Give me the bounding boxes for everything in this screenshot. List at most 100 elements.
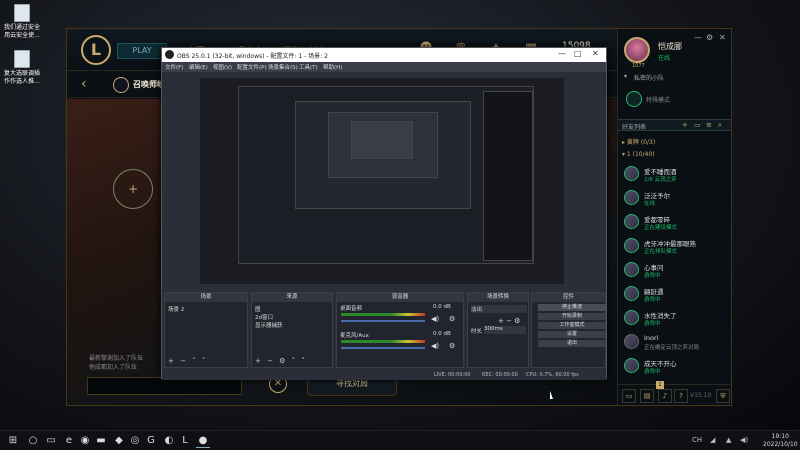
friend-item[interactable]: 翩跹遇 游戏中 [622,285,730,305]
obs-window: OBS 25.0.1 (32-bit, windows) - 配置文件: 1 -… [161,47,607,380]
friend-item[interactable]: Inori 正在确定云顶之弈对局 [622,333,730,353]
friend-item[interactable]: 心事问 游戏中 [622,261,730,281]
exit-button[interactable]: 退出 [538,340,606,347]
start-recording-button[interactable]: 开始录制 [538,313,606,320]
desktop-icon[interactable]: 复大选联调插 作作选人推... [2,50,42,86]
search-icon[interactable]: ⌕ [718,121,722,130]
friend-group[interactable]: ▸ 黄牌 (0/3) [622,137,655,146]
app-icon[interactable]: ◆ [112,434,126,448]
duration-input[interactable]: 300ms [484,326,526,334]
recursive-social-panel [483,91,533,261]
recursive-capture [295,101,471,209]
friend-item[interactable]: 水性消失了 游戏中 [622,309,730,329]
file-icon [14,4,30,22]
scene-controls[interactable]: + − ˄ ˅ [168,357,207,365]
source-item[interactable]: 显示器捕获 [255,321,283,329]
transition-select[interactable]: 淡出 [471,305,527,313]
menu-edit[interactable]: 编辑(E) [189,63,208,71]
recursive-capture [328,112,438,178]
close-icon[interactable]: ✕ [719,33,726,42]
mixer-header: 混音器 [337,293,463,302]
obs-docks: 场景 场景 2 + − ˄ ˅ 来源 图 2d窗口 显示器捕获 + − ⚙ ˄ … [162,292,606,370]
scene-item[interactable]: 场景 2 [168,305,184,313]
friend-item[interactable]: 泛泛予尔 在线 [622,189,730,209]
volume-slider[interactable] [341,347,425,349]
friend-item[interactable]: 成天不开心 游戏中 [622,357,730,377]
menu-file[interactable]: 文件(F) [165,63,183,71]
clock-time: 19:10 [771,433,789,440]
menu-scene-collection[interactable]: 场景集合(S) [268,63,298,71]
network-icon[interactable]: ◢ [710,436,715,444]
desktop-icon[interactable]: 我们通过安全 用云安全使... [2,4,42,40]
minimize-icon[interactable]: — [558,49,566,58]
stop-streaming-button[interactable]: 停止推流 [538,304,606,311]
menu-help[interactable]: 帮助(H) [323,63,342,71]
shield-icon[interactable]: ⛨ [716,389,730,403]
close-icon[interactable]: ✕ [592,49,599,58]
live-timer: LIVE: 00:00:00 [434,372,471,378]
task-view-icon[interactable]: ▭ [44,434,58,448]
obs-taskbar-icon[interactable]: ● [196,434,210,448]
menu-tools[interactable]: 工具(T) [299,63,318,71]
league-logo[interactable]: L [81,35,111,65]
clock[interactable]: 19:10 2022/10/10 [763,433,798,449]
windows-start-icon[interactable]: ⊞ [6,434,20,448]
friend-avatar [624,238,639,253]
settings-button[interactable]: 设置 [538,331,606,338]
friend-item[interactable]: 爱都零碎 正在建设模式 [622,213,730,233]
source-item[interactable]: 图 [255,305,261,313]
league-taskbar-icon[interactable]: L [178,434,192,448]
add-friend-icon[interactable]: + [682,121,688,129]
clock-date: 2022/10/10 [763,441,798,448]
steam-icon[interactable]: ◉ [78,434,92,448]
friend-group[interactable]: ▾ 1 (10/40) [622,151,655,158]
language-indicator[interactable]: CH [692,436,702,444]
back-arrow-icon[interactable]: ‹ [81,76,87,92]
minimize-icon[interactable]: — [694,33,702,42]
friend-status: 在线 [644,201,656,207]
help-icon[interactable]: ? [674,389,688,403]
friend-item[interactable]: 虎牙冲冲最那眼熟 正在排队模式 [622,237,730,257]
settings-icon[interactable]: ⚙ [706,33,713,42]
party-member-icon[interactable] [626,91,642,107]
summoner-status[interactable]: 在线 [658,53,670,62]
friend-avatar [624,310,639,325]
edge-icon[interactable]: e [62,434,76,448]
menu-view[interactable]: 视图(V) [213,63,232,71]
friend-item[interactable]: 爱不睡而酒 2/8 云顶之弈 [622,165,730,185]
friend-status: 游戏中 [644,321,661,327]
controls-dock: 控件 停止推流 开始录制 工作室模式 设置 退出 [531,292,606,368]
obs-preview[interactable] [200,78,564,284]
chrome-icon[interactable]: ◎ [128,434,142,448]
gear-icon[interactable]: ⚙ [449,342,455,350]
volume-slider[interactable] [341,320,425,322]
list-icon[interactable]: ≡ [706,121,712,129]
source-item[interactable]: 2d窗口 [255,313,273,321]
folder-icon[interactable]: ▬ [94,434,108,448]
transitions-dock: 场景转换 淡出 + − ⚙ 时长 300ms [467,292,529,368]
speaker-icon[interactable]: ◀) [740,436,748,444]
notification-badge: 1 [656,381,664,389]
add-folder-icon[interactable]: ▭ [694,121,701,129]
friend-avatar [624,166,639,181]
tray-icon[interactable]: ▲ [726,436,731,444]
invite-slot[interactable]: + [113,169,153,209]
studio-mode-button[interactable]: 工作室模式 [538,322,606,329]
speaker-icon[interactable]: ◀) [431,315,439,323]
gear-icon[interactable]: ⚙ [449,315,455,323]
search-icon[interactable]: ○ [26,434,40,448]
maximize-icon[interactable]: □ [574,49,582,58]
menu-profile[interactable]: 配置文件(P) [237,63,267,71]
chat-icon[interactable]: ▭ [622,389,636,403]
app-icon[interactable]: ◐ [162,434,176,448]
missions-icon[interactable]: ▤ [640,389,654,403]
transition-controls[interactable]: + − ⚙ [498,317,520,325]
party-row[interactable]: ▾ 私密的小队 [624,73,728,85]
obs-title-bar[interactable]: OBS 25.0.1 (32-bit, windows) - 配置文件: 1 -… [162,48,606,62]
avatar[interactable] [624,37,650,63]
source-controls[interactable]: + − ⚙ ˄ ˅ [255,357,307,365]
app-icon[interactable]: G [144,434,158,448]
play-button[interactable]: PLAY [117,43,167,59]
speaker-icon[interactable]: ◀) [431,342,439,350]
voice-icon[interactable]: ♪ [658,389,672,403]
